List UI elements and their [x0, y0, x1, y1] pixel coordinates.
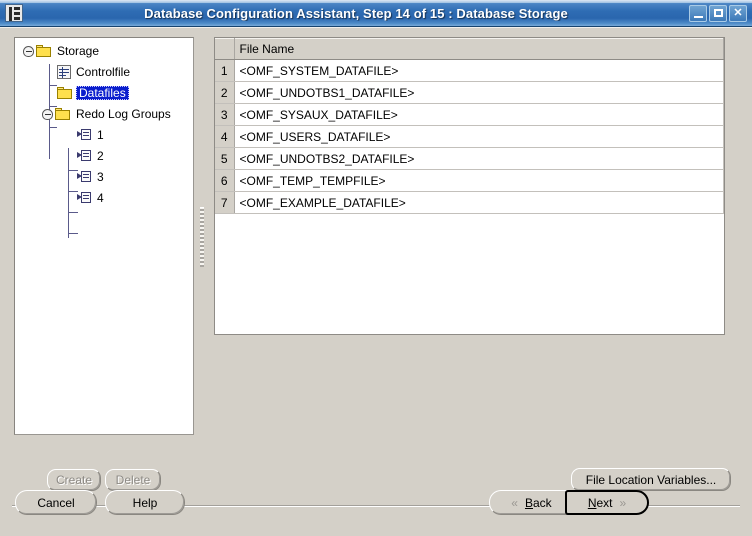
create-button[interactable]: Create	[47, 469, 101, 491]
rownum-header[interactable]	[215, 38, 235, 60]
split-pane-divider[interactable]	[196, 37, 208, 435]
tree-item-label: Redo Log Groups	[76, 107, 171, 121]
row-number[interactable]: 1	[215, 59, 235, 82]
table-body: 1 <OMF_SYSTEM_DATAFILE> 2 <OMF_UNDOTBS1_…	[215, 59, 724, 214]
tree-connector	[68, 148, 69, 238]
table-row[interactable]: 5 <OMF_UNDOTBS2_DATAFILE>	[215, 147, 724, 170]
next-button[interactable]: Next »	[565, 490, 649, 515]
table-row[interactable]: 3 <OMF_SYSAUX_DATAFILE>	[215, 103, 724, 126]
tree-item-label: 3	[97, 170, 104, 184]
storage-tree-panel[interactable]: Storage Controlfile Datafiles Redo Log G…	[14, 37, 194, 435]
column-header-file-name[interactable]: File Name	[234, 38, 724, 60]
cell-file-name[interactable]: <OMF_USERS_DATAFILE>	[234, 125, 724, 148]
back-button[interactable]: « Back	[489, 490, 574, 515]
storage-tree: Storage Controlfile Datafiles Redo Log G…	[15, 38, 193, 238]
tree-item-label: Controlfile	[76, 65, 131, 79]
tree-item-controlfile[interactable]: Controlfile	[57, 63, 132, 81]
tree-item-label: Storage	[57, 44, 100, 58]
cell-file-name[interactable]: <OMF_UNDOTBS1_DATAFILE>	[234, 81, 724, 104]
splitter-grip[interactable]	[200, 207, 204, 267]
wizard-nav: « Back Next »	[489, 490, 649, 516]
cancel-button[interactable]: Cancel	[15, 490, 97, 515]
folder-icon	[55, 107, 71, 121]
table-header: File Name	[215, 38, 724, 60]
table-row[interactable]: 7 <OMF_EXAMPLE_DATAFILE>	[215, 191, 724, 214]
tree-item-log-group[interactable]: 1	[77, 126, 106, 144]
close-button[interactable]: ✕	[729, 4, 747, 22]
maximize-icon	[714, 8, 723, 17]
tree-connector	[68, 233, 78, 234]
table-row[interactable]: 4 <OMF_USERS_DATAFILE>	[215, 125, 724, 148]
tree-connector	[49, 85, 57, 86]
collapse-toggle-icon[interactable]	[22, 45, 35, 58]
file-location-variables-button[interactable]: File Location Variables...	[571, 468, 731, 491]
row-number[interactable]: 6	[215, 169, 235, 192]
logfile-icon	[77, 128, 92, 142]
tree-item-log-group[interactable]: 2	[77, 147, 106, 165]
tree-item-label: 4	[97, 191, 104, 205]
row-number[interactable]: 7	[215, 191, 235, 214]
table-row[interactable]: 6 <OMF_TEMP_TEMPFILE>	[215, 169, 724, 192]
folder-icon	[36, 44, 52, 58]
cell-file-name[interactable]: <OMF_TEMP_TEMPFILE>	[234, 169, 724, 192]
tree-connector	[49, 127, 57, 128]
cell-file-name[interactable]: <OMF_UNDOTBS2_DATAFILE>	[234, 147, 724, 170]
folder-icon	[57, 86, 73, 100]
chevron-left-icon: «	[511, 495, 518, 510]
datafiles-table: File Name 1 <OMF_SYSTEM_DATAFILE> 2 <OMF…	[215, 38, 724, 214]
tree-item-label: 2	[97, 149, 104, 163]
logfile-icon	[77, 191, 92, 205]
row-number[interactable]: 3	[215, 103, 235, 126]
dbca-window: Database Configuration Assistant, Step 1…	[0, 0, 752, 536]
tree-item-label: 1	[97, 128, 104, 142]
cell-file-name[interactable]: <OMF_SYSTEM_DATAFILE>	[234, 59, 724, 82]
tree-item-datafiles[interactable]: Datafiles	[57, 84, 129, 102]
collapse-toggle-icon[interactable]	[41, 108, 54, 121]
title-bar: Database Configuration Assistant, Step 1…	[0, 0, 752, 27]
tree-item-log-group[interactable]: 4	[77, 189, 106, 207]
tree-item-storage[interactable]: Storage	[22, 42, 101, 60]
window-controls: ✕	[689, 4, 747, 22]
row-number[interactable]: 4	[215, 125, 235, 148]
database-icon	[5, 4, 23, 22]
maximize-button[interactable]	[709, 4, 727, 22]
controlfile-icon	[57, 65, 71, 79]
datafiles-table-panel[interactable]: File Name 1 <OMF_SYSTEM_DATAFILE> 2 <OMF…	[214, 37, 725, 335]
chevron-right-icon: »	[619, 495, 627, 510]
row-number[interactable]: 2	[215, 81, 235, 104]
minimize-button[interactable]	[689, 4, 707, 22]
next-button-label: Next	[587, 495, 613, 510]
table-row[interactable]: 2 <OMF_UNDOTBS1_DATAFILE>	[215, 81, 724, 104]
help-button[interactable]: Help	[105, 490, 185, 515]
client-area: Storage Controlfile Datafiles Redo Log G…	[0, 27, 752, 536]
titlebar-highlight	[0, 0, 752, 3]
tree-item-redo-log-groups[interactable]: Redo Log Groups	[41, 105, 173, 123]
table-row[interactable]: 1 <OMF_SYSTEM_DATAFILE>	[215, 59, 724, 82]
cell-file-name[interactable]: <OMF_SYSAUX_DATAFILE>	[234, 103, 724, 126]
cell-file-name[interactable]: <OMF_EXAMPLE_DATAFILE>	[234, 191, 724, 214]
tree-connector	[68, 212, 78, 213]
window-title: Database Configuration Assistant, Step 1…	[144, 5, 568, 21]
row-number[interactable]: 5	[215, 147, 235, 170]
delete-button[interactable]: Delete	[105, 469, 161, 491]
logfile-icon	[77, 149, 92, 163]
minimize-icon	[694, 15, 703, 18]
tree-item-label: Datafiles	[76, 86, 129, 100]
back-button-label: Back	[524, 495, 552, 510]
logfile-icon	[77, 170, 92, 184]
tree-item-log-group[interactable]: 3	[77, 168, 106, 186]
